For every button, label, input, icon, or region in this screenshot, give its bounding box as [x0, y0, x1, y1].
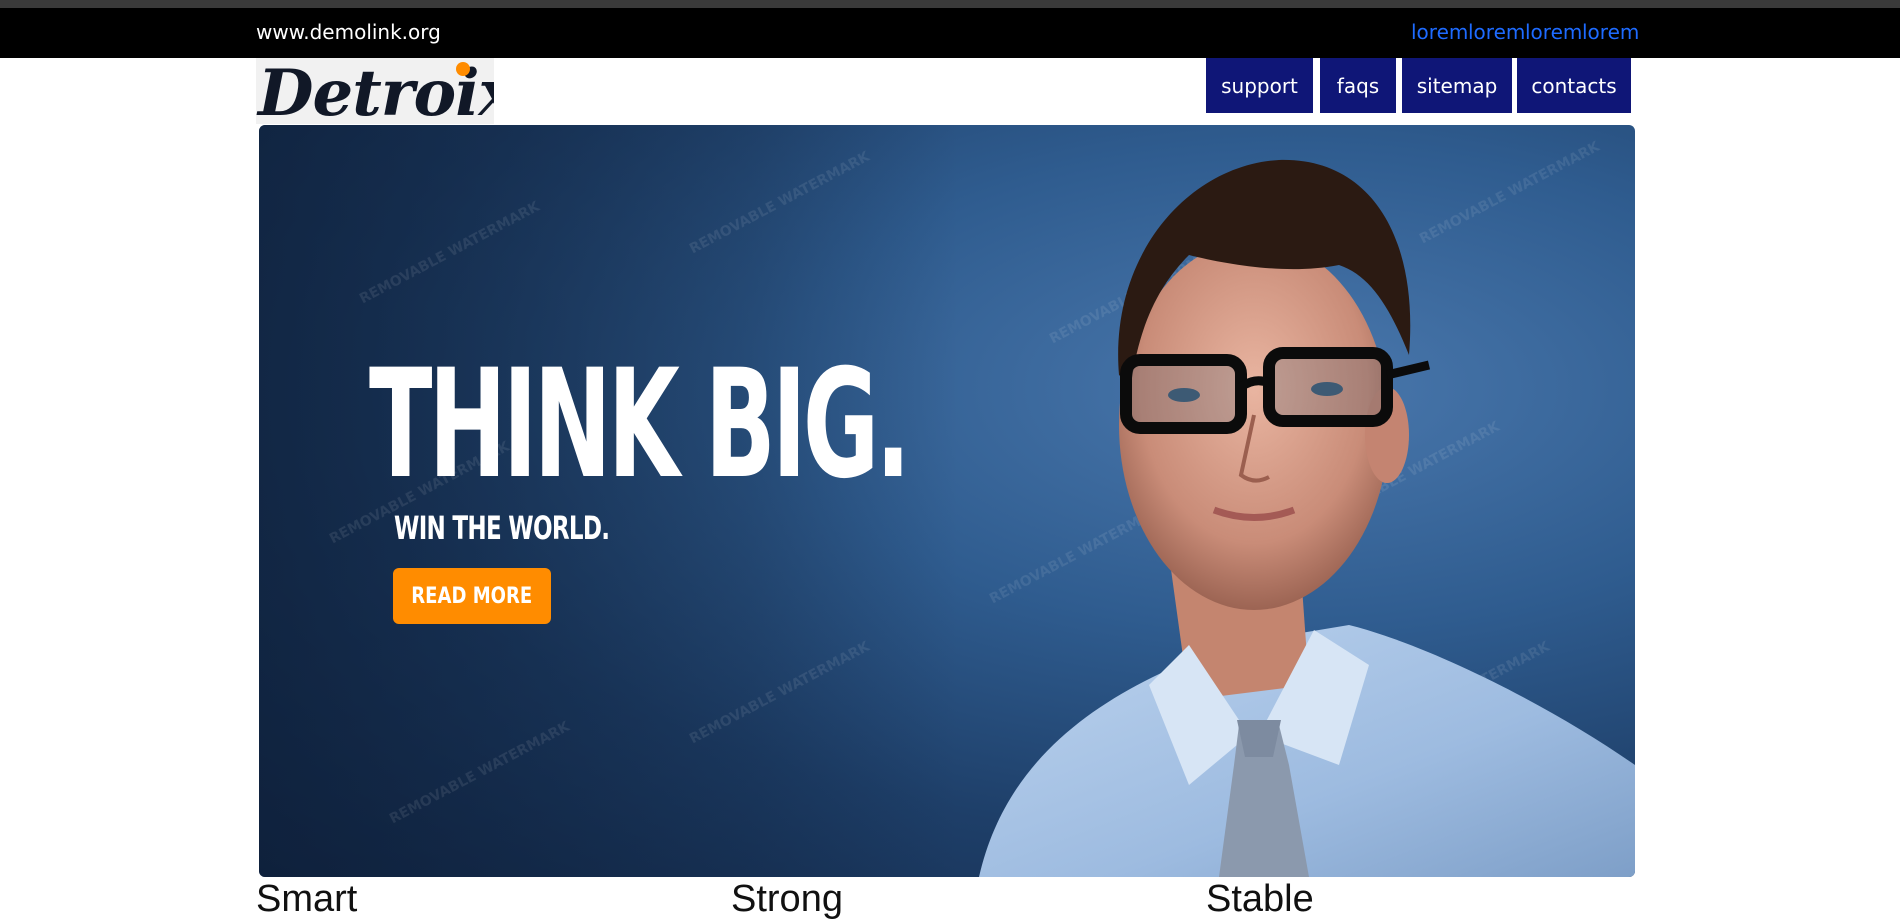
top-link-4[interactable]: lorem	[1582, 20, 1639, 44]
read-more-button[interactable]: READ MORE	[393, 568, 551, 624]
top-link-3[interactable]: lorem	[1525, 20, 1582, 44]
nav-contacts[interactable]: contacts	[1517, 58, 1631, 113]
site-url: www.demolink.org	[256, 20, 441, 44]
top-link-1[interactable]: lorem	[1411, 20, 1468, 44]
site-logo[interactable]: Detroix	[256, 58, 494, 124]
nav-faqs[interactable]: faqs	[1320, 58, 1396, 113]
nav-sitemap[interactable]: sitemap	[1402, 58, 1512, 113]
nav-support[interactable]: support	[1206, 58, 1313, 113]
read-more-label: READ MORE	[411, 583, 533, 609]
hero-subline: WIN THE WORLD.	[394, 509, 610, 547]
top-link-2[interactable]: lorem	[1468, 20, 1525, 44]
feature-title-strong: Strong	[731, 878, 843, 920]
feature-title-stable: Stable	[1206, 878, 1314, 920]
hero-headline: THINK BIG.	[369, 338, 911, 512]
hero-person-image	[979, 159, 1635, 877]
hero-banner: REMOVABLE WATERMARK REMOVABLE WATERMARK …	[259, 125, 1635, 877]
top-bar: www.demolink.org lorem lorem lorem lorem	[0, 8, 1900, 58]
logo-dot-icon	[456, 62, 470, 76]
feature-title-smart: Smart	[256, 878, 358, 920]
browser-top-strip	[0, 0, 1900, 8]
